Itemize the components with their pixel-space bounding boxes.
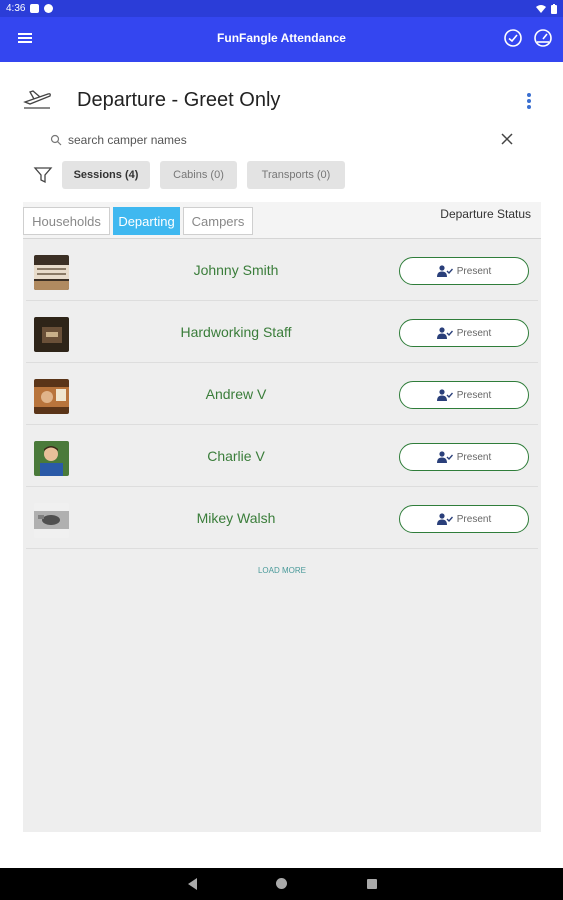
- user-check-icon: [436, 451, 453, 463]
- filter-chip-sessions[interactable]: Sessions (4): [62, 161, 150, 189]
- panel-header: Households Departing Campers Departure S…: [23, 202, 541, 239]
- present-label: Present: [456, 513, 492, 525]
- present-button[interactable]: Present: [399, 381, 529, 409]
- camper-name[interactable]: Hardworking Staff: [116, 324, 356, 340]
- filter-chip-cabins[interactable]: Cabins (0): [160, 161, 237, 189]
- camper-photo: [34, 441, 69, 476]
- battery-icon: [551, 3, 557, 14]
- camper-name[interactable]: Johnny Smith: [116, 262, 356, 278]
- present-label: Present: [456, 327, 492, 339]
- present-button[interactable]: Present: [399, 319, 529, 347]
- tab-departing[interactable]: Departing: [113, 207, 180, 235]
- app-bar: FunFangle Attendance: [0, 17, 563, 62]
- camper-row: Johnny Smith Present: [26, 239, 538, 301]
- back-icon[interactable]: [188, 878, 197, 890]
- menu-icon[interactable]: [18, 31, 32, 45]
- search-input[interactable]: [68, 133, 488, 147]
- wifi-icon: [536, 5, 546, 13]
- camper-photo: [34, 317, 69, 352]
- load-more-button[interactable]: LOAD MORE: [23, 566, 541, 575]
- attendance-panel: Households Departing Campers Departure S…: [23, 202, 541, 832]
- present-label: Present: [456, 389, 492, 401]
- sync-icon: [44, 4, 54, 13]
- home-icon[interactable]: [276, 878, 287, 889]
- tab-campers[interactable]: Campers: [183, 207, 253, 235]
- user-check-icon: [436, 389, 453, 401]
- filter-row: Sessions (4) Cabins (0) Transports (0): [33, 161, 355, 189]
- user-check-icon: [436, 327, 453, 339]
- system-nav-bar: [0, 868, 563, 900]
- present-label: Present: [456, 451, 492, 463]
- camper-photo: [34, 503, 69, 538]
- user-check-icon: [436, 265, 453, 277]
- camper-name[interactable]: Mikey Walsh: [116, 510, 356, 526]
- status-bar: 4:36: [0, 0, 563, 17]
- camper-photo: [34, 255, 69, 290]
- status-time: 4:36: [6, 3, 26, 14]
- check-circle-icon[interactable]: [503, 28, 523, 48]
- camper-row: Hardworking Staff Present: [26, 301, 538, 363]
- search-bar: [50, 128, 520, 152]
- speedometer-icon[interactable]: [533, 28, 553, 48]
- camper-row: Andrew V Present: [26, 363, 538, 425]
- notification-icon: [30, 4, 40, 13]
- present-button[interactable]: Present: [399, 257, 529, 285]
- present-button[interactable]: Present: [399, 505, 529, 533]
- camper-photo: [34, 379, 69, 414]
- more-options-icon[interactable]: [526, 92, 532, 110]
- filter-chip-transports[interactable]: Transports (0): [247, 161, 345, 189]
- camper-name[interactable]: Charlie V: [116, 448, 356, 464]
- page-title: Departure - Greet Only: [77, 89, 281, 111]
- airplane-departure-icon: [23, 90, 51, 109]
- close-icon[interactable]: [500, 132, 514, 146]
- camper-row: Mikey Walsh Present: [26, 487, 538, 549]
- departure-status-header: Departure Status: [440, 207, 531, 221]
- present-label: Present: [456, 265, 492, 277]
- camper-row: Charlie V Present: [26, 425, 538, 487]
- camper-name[interactable]: Andrew V: [116, 386, 356, 402]
- page-header: Departure - Greet Only: [22, 86, 541, 118]
- filter-icon[interactable]: [33, 165, 53, 185]
- recent-apps-icon[interactable]: [367, 879, 377, 889]
- tab-households[interactable]: Households: [23, 207, 110, 235]
- present-button[interactable]: Present: [399, 443, 529, 471]
- user-check-icon: [436, 513, 453, 525]
- app-title: FunFangle Attendance: [217, 31, 346, 45]
- search-icon: [50, 134, 62, 146]
